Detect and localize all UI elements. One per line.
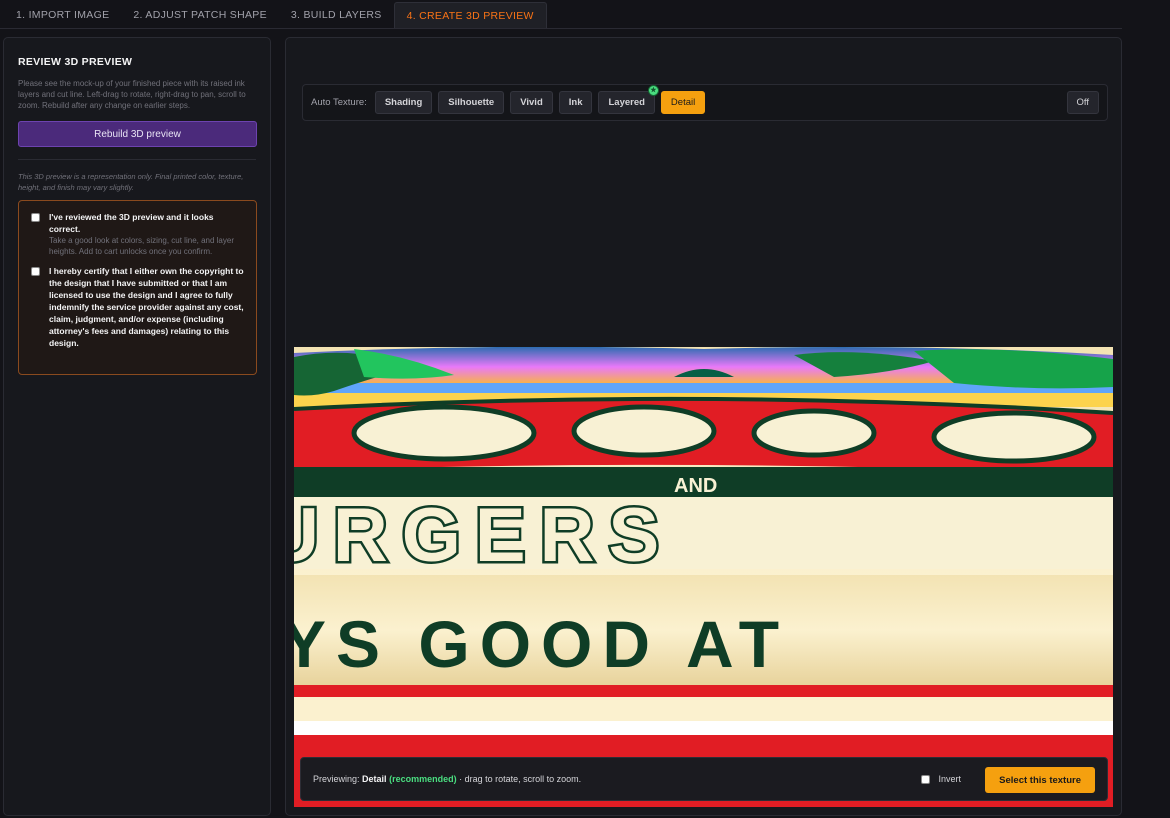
invert-checkbox[interactable] xyxy=(921,774,931,784)
status-texture: Detail xyxy=(362,774,387,784)
status-suffix: · drag to rotate, scroll to zoom. xyxy=(459,774,582,784)
tab-create-3d-preview[interactable]: 4. CREATE 3D PREVIEW xyxy=(393,2,547,28)
star-icon: ★ xyxy=(647,85,659,96)
preview-panel: Auto Texture: Shading Silhouette Vivid I… xyxy=(285,37,1122,816)
copyright-checkbox[interactable] xyxy=(31,267,40,276)
rebuild-preview-button[interactable]: Rebuild 3D preview xyxy=(18,121,257,147)
copyright-check-label: I hereby certify that I either own the c… xyxy=(49,266,244,348)
reviewed-check-label: I've reviewed the 3D preview and it look… xyxy=(49,212,214,234)
texture-layered-button[interactable]: Layered ★ xyxy=(598,85,659,114)
copyright-check-row: I hereby certify that I either own the c… xyxy=(31,265,246,349)
step-tabs: 1. IMPORT IMAGE 2. ADJUST PATCH SHAPE 3.… xyxy=(0,0,1122,29)
texture-off-button[interactable]: Off xyxy=(1066,91,1099,114)
preview-disclaimer: This 3D preview is a representation only… xyxy=(18,172,244,192)
panel-description: Please see the mock-up of your finished … xyxy=(18,79,246,110)
3d-patch-render: AND URGERS YS GOOD AT xyxy=(294,347,1113,807)
status-text: Previewing: Detail (recommended) · drag … xyxy=(313,774,581,784)
confirmation-box: I've reviewed the 3D preview and it look… xyxy=(18,200,257,375)
reviewed-check-hint: Take a good look at colors, sizing, cut … xyxy=(49,236,234,256)
reviewed-checkbox[interactable] xyxy=(31,213,40,222)
invert-label: Invert xyxy=(938,774,961,784)
preview-text-good: YS GOOD AT xyxy=(294,607,789,681)
invert-toggle[interactable]: Invert xyxy=(921,774,961,784)
preview-status-bar: Previewing: Detail (recommended) · drag … xyxy=(300,757,1108,801)
panel-title: REVIEW 3D PREVIEW xyxy=(18,56,133,68)
reviewed-check-row: I've reviewed the 3D preview and it look… xyxy=(31,211,246,257)
texture-detail-button[interactable]: Detail xyxy=(660,91,706,114)
tab-adjust-patch-shape[interactable]: 2. ADJUST PATCH SHAPE xyxy=(121,0,279,28)
preview-text-and: AND xyxy=(674,475,717,497)
select-texture-button[interactable]: Select this texture xyxy=(985,767,1095,793)
texture-ink-button[interactable]: Ink xyxy=(558,91,593,114)
preview-text-urgers: URGERS xyxy=(294,493,673,578)
auto-texture-label: Auto Texture: xyxy=(311,97,367,108)
status-recommended: (recommended) xyxy=(389,774,457,784)
tab-build-layers[interactable]: 3. BUILD LAYERS xyxy=(279,0,394,28)
review-panel: REVIEW 3D PREVIEW Please see the mock-up… xyxy=(3,37,271,816)
auto-texture-bar: Auto Texture: Shading Silhouette Vivid I… xyxy=(302,84,1108,121)
texture-shading-button[interactable]: Shading xyxy=(374,91,433,114)
texture-layered-label: Layered xyxy=(608,97,645,108)
texture-silhouette-button[interactable]: Silhouette xyxy=(438,91,505,114)
divider xyxy=(18,159,256,160)
texture-vivid-button[interactable]: Vivid xyxy=(510,91,553,114)
status-prefix: Previewing: xyxy=(313,774,360,784)
3d-preview-viewport[interactable]: AND URGERS YS GOOD AT xyxy=(294,347,1113,807)
tab-import-image[interactable]: 1. IMPORT IMAGE xyxy=(4,0,121,28)
